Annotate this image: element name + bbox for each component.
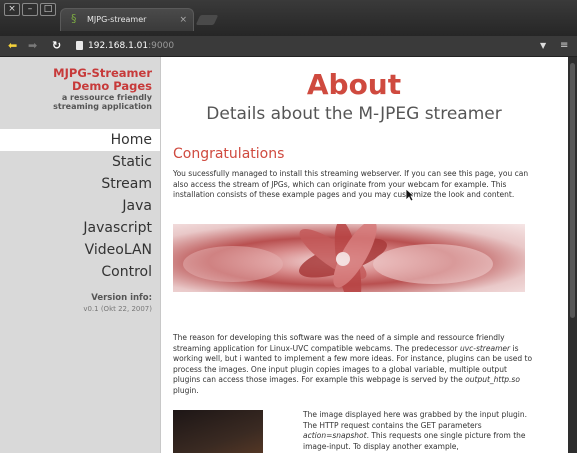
url-host: 192.168.1.01 (88, 41, 149, 51)
reload-icon[interactable]: ↻ (52, 36, 61, 56)
brand-title-line2: Demo Pages (72, 79, 152, 93)
snapshot-image (173, 410, 263, 453)
page-title: About (306, 68, 402, 101)
main-content: About Details about the M-JPEG streamer … (160, 57, 568, 453)
page-icon (76, 41, 83, 50)
page-subtitle: Details about the M-JPEG streamer (206, 104, 502, 124)
version-info: Version info: v0.1 (Okt 22, 2007) (83, 293, 152, 314)
vertical-scrollbar[interactable] (568, 57, 577, 453)
arrow-right-icon[interactable]: ➡ (28, 36, 37, 56)
section-heading: Congratulations (173, 146, 285, 162)
para2-text-e: plugin. (173, 385, 199, 395)
sidebar-item-control[interactable]: Control (0, 261, 160, 283)
snapshot-paragraph: The image displayed here was grabbed by … (303, 410, 533, 452)
dropdown-icon[interactable]: ▼ (540, 36, 546, 56)
mouse-cursor-icon (405, 188, 415, 202)
minimize-window-button[interactable]: – (22, 3, 38, 16)
maximize-window-button[interactable]: □ (40, 3, 56, 16)
sidebar-item-videolan[interactable]: VideoLAN (0, 239, 160, 261)
brand-tagline-line1: a ressource friendly (61, 93, 152, 102)
para2-text-a: The reason for developing this software … (173, 333, 505, 353)
brand-tagline-line2: streaming application (53, 102, 152, 111)
tab-title: MJPG-streamer (87, 15, 147, 24)
favicon-icon: § (71, 12, 77, 25)
para3-text-b: action=snapshot (303, 431, 367, 440)
flower-banner-image (173, 224, 525, 292)
sidebar-item-home[interactable]: Home (0, 129, 160, 151)
new-tab-button[interactable] (195, 15, 219, 25)
para2-text-d: output_http.so (465, 375, 520, 384)
browser-titlebar: × – □ § MJPG-streamer × (0, 0, 577, 36)
sidebar-item-static[interactable]: Static (0, 151, 160, 173)
page-viewport: MJPG-Streamer Demo Pages a ressource fri… (0, 57, 568, 453)
background-paragraph: The reason for developing this software … (173, 333, 533, 396)
para2-text-b: uvc-streamer (459, 343, 511, 353)
sidebar: MJPG-Streamer Demo Pages a ressource fri… (0, 57, 160, 453)
sidebar-item-stream[interactable]: Stream (0, 173, 160, 195)
scrollbar-thumb[interactable] (570, 63, 575, 318)
tab-close-icon[interactable]: × (179, 9, 187, 31)
url-port: :9000 (148, 41, 175, 51)
version-label: Version info: (91, 293, 152, 303)
browser-toolbar: ⬅ ➡ ↻ 192.168.1.01:9000 ▼ ≡ (0, 36, 577, 57)
version-value: v0.1 (Okt 22, 2007) (83, 305, 152, 313)
arrow-left-icon[interactable]: ⬅ (8, 36, 17, 56)
sidebar-item-javascript[interactable]: Javascript (0, 217, 160, 239)
hamburger-menu-icon[interactable]: ≡ (560, 36, 568, 56)
intro-paragraph: You sucessfully managed to install this … (173, 169, 529, 199)
address-bar[interactable]: 192.168.1.01:9000 (88, 40, 174, 52)
sidebar-item-java[interactable]: Java (0, 195, 160, 217)
close-window-button[interactable]: × (4, 3, 20, 16)
browser-tab[interactable]: § MJPG-streamer × (60, 8, 194, 31)
sidebar-menu: Home Static Stream Java Javascript Video… (0, 129, 160, 283)
flower-banner-art (183, 224, 493, 292)
site-brand: MJPG-Streamer Demo Pages a ressource fri… (53, 67, 152, 112)
para3-text-a: The image displayed here was grabbed by … (303, 410, 528, 430)
